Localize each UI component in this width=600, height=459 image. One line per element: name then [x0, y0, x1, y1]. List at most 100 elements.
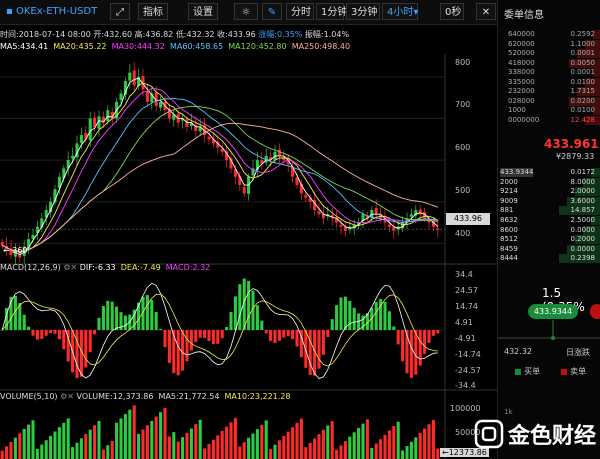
- ask-row[interactable]: 1000 0.0100: [498, 106, 600, 115]
- ask-row[interactable]: 520000 0.0001: [498, 49, 600, 58]
- candle-body: [84, 133, 88, 140]
- volume-bar: [269, 449, 273, 459]
- candle-body: [207, 136, 211, 140]
- macd-bar: [383, 301, 387, 330]
- logo-text: 金色财经: [508, 424, 597, 449]
- ask-row[interactable]: 335000 0.0100: [498, 77, 600, 87]
- volume-bar: [260, 424, 264, 459]
- logo-icon: [474, 419, 504, 449]
- tf-2[interactable]: 3分钟: [346, 3, 380, 20]
- candle-body: [374, 207, 378, 215]
- macd-tick-3: 4.91: [455, 318, 473, 327]
- macd-legend: MACD(12,26,9) ⚙✕ DIF:-6.33 DEA:-7.49 MAC…: [0, 263, 211, 272]
- current-price-tag: 433.96: [446, 213, 490, 225]
- volume-bar: [53, 431, 57, 459]
- bid-row[interactable]: 8444 0.2398: [498, 254, 600, 264]
- macd-bar: [194, 330, 198, 342]
- volume-bar: [282, 436, 286, 459]
- ask-row[interactable]: 028000 0.0200: [498, 96, 600, 106]
- theme-icon[interactable]: ☼: [234, 3, 258, 20]
- volume-bar: [291, 427, 295, 459]
- symbol-label[interactable]: ▪ OKEx-ETH-USDT: [2, 3, 102, 20]
- macd-bar: [387, 311, 391, 330]
- volume-bar: [299, 418, 303, 459]
- tf-active[interactable]: 4小时▾: [382, 3, 418, 20]
- macd-bar: [207, 330, 211, 342]
- volume-bar: [97, 420, 101, 459]
- ask-row[interactable]: 640000 0.2592: [498, 30, 600, 39]
- macd-bar: [335, 305, 339, 330]
- volume-bar: [264, 420, 268, 459]
- macd-bar: [84, 330, 88, 368]
- ask-row[interactable]: 0000000 12.428: [498, 115, 600, 125]
- bid-row[interactable]: 8632 2.5000: [498, 216, 600, 225]
- low-marker: ← 360: [3, 246, 28, 255]
- last-price-cny: ¥2879.33: [556, 152, 595, 161]
- bid-price: 433.9344: [500, 168, 534, 177]
- bid-pill[interactable]: 433.9344: [528, 304, 578, 319]
- watermark-logo: 金色财经: [470, 412, 600, 457]
- settings-button[interactable]: 设置: [188, 3, 218, 20]
- candle-body: [88, 118, 92, 141]
- ask-row[interactable]: 338000 0.0001: [498, 68, 600, 77]
- volume-bar: [167, 436, 171, 459]
- bid-row[interactable]: 2000 8.0000: [498, 177, 600, 187]
- candle-body: [277, 149, 281, 156]
- macd-bar: [330, 319, 334, 330]
- ask-row[interactable]: 232000 1.7315: [498, 87, 600, 96]
- bid-row[interactable]: 881 14.857: [498, 206, 600, 216]
- macd-bar: [220, 330, 224, 339]
- ask-pill[interactable]: [590, 304, 600, 319]
- bid-row[interactable]: 8512 0.2000: [498, 235, 600, 245]
- macd-bar: [321, 330, 325, 355]
- price-tick-700: 700: [455, 100, 471, 109]
- macd-bar: [211, 330, 215, 345]
- macd-bar: [216, 330, 220, 344]
- ask-row[interactable]: 418000 0.0050: [498, 58, 600, 68]
- buy-legend: ■ 买单: [514, 367, 541, 376]
- indicators-button[interactable]: 指标: [138, 3, 168, 20]
- volume-bar: [352, 432, 356, 459]
- macd-bar: [93, 330, 97, 335]
- last-price: 433.961: [544, 137, 599, 151]
- volume-bar: [273, 444, 277, 459]
- candle-body: [339, 224, 343, 227]
- volume-bar: [277, 440, 281, 459]
- volume-bar: [71, 447, 75, 459]
- bid-price: 2000: [500, 177, 518, 186]
- tf-1[interactable]: 1分钟: [316, 3, 347, 20]
- bid-row[interactable]: 8600 0.0000: [498, 225, 600, 235]
- tf-0[interactable]: 分时: [286, 3, 314, 20]
- draw-icon[interactable]: ✎: [262, 3, 282, 20]
- bid-row[interactable]: 9009 3.6000: [498, 196, 600, 206]
- volume-bar: [49, 435, 53, 459]
- volume-bar: [321, 429, 325, 459]
- volume-bar: [370, 447, 374, 459]
- volume-bar: [128, 409, 132, 459]
- macd-settings-icon[interactable]: ⚙✕: [63, 263, 77, 272]
- expand-icon[interactable]: ⤢: [110, 3, 130, 20]
- volume-settings-icon[interactable]: ⚙✕: [60, 392, 74, 401]
- bid-price: 9214: [500, 187, 518, 196]
- macd-bar: [409, 330, 413, 378]
- volume-bar: [79, 438, 83, 459]
- close-icon[interactable]: ✕: [476, 3, 496, 20]
- volume-bar: [339, 445, 343, 459]
- candle-body: [79, 135, 83, 144]
- macd-bar: [277, 330, 281, 341]
- bid-price: 8632: [500, 216, 518, 224]
- bid-price: 8600: [500, 225, 518, 234]
- menu-icon: ▪: [6, 6, 16, 17]
- volume-bar: [115, 422, 119, 459]
- macd-tick-5: -14.74: [455, 350, 481, 359]
- macd-tick-4: -4.91: [455, 334, 476, 343]
- bid-row[interactable]: 9214 2.0000: [498, 187, 600, 197]
- ask-qty: 0.0100: [570, 77, 596, 86]
- bid-row[interactable]: 433.9344 0.0172: [498, 168, 600, 177]
- bid-row[interactable]: 8459 0.0000: [498, 244, 600, 254]
- macd-bar: [352, 307, 356, 330]
- macd-bar: [418, 330, 422, 366]
- ask-qty: 0.0001: [570, 68, 596, 76]
- ask-row[interactable]: 620000 1.1000: [498, 39, 600, 49]
- volume-bar: [247, 437, 251, 459]
